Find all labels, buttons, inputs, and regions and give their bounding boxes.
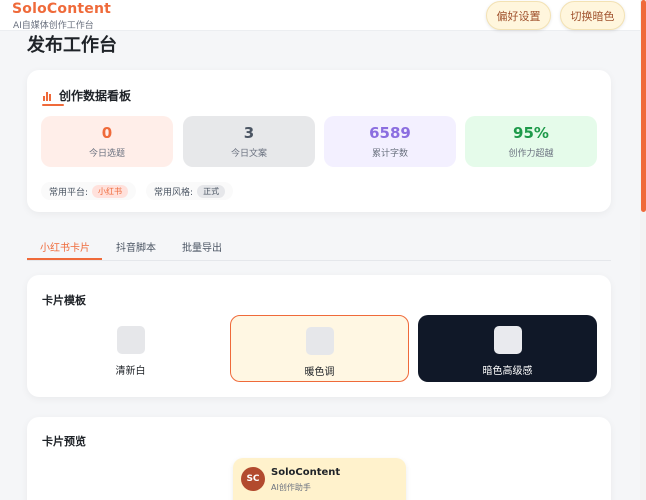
bar-chart-icon <box>42 90 53 101</box>
platform-tag-group: 常用平台: 小红书 <box>41 182 137 200</box>
template-option-dark-premium[interactable]: 暗色高级感 <box>418 315 597 382</box>
template-swatch <box>493 326 522 354</box>
scrollbar-track[interactable] <box>640 0 646 500</box>
stat-label: 创作力超越 <box>508 149 554 159</box>
template-name: 暗色高级感 <box>482 366 533 377</box>
style-badge: 正式 <box>197 184 226 198</box>
preview-panel: 卡片预览 SC SoloContent AI创作助手 <box>27 417 611 500</box>
tab-batch-export[interactable]: 批量导出 <box>182 239 222 254</box>
stat-label: 今日选题 <box>88 149 125 159</box>
stat-today-topics: 0 今日选题 <box>41 116 173 167</box>
preference-tags: 常用平台: 小红书 常用风格: 正式 <box>41 182 234 200</box>
template-name: 清新白 <box>115 366 146 377</box>
tab-bar: 小红书卡片 抖音脚本 批量导出 <box>27 234 611 261</box>
tab-douyin-script[interactable]: 抖音脚本 <box>116 239 156 254</box>
page-title: 发布工作台 <box>27 35 117 56</box>
stat-today-copy: 3 今日文案 <box>183 116 315 167</box>
template-option-fresh-white[interactable]: 清新白 <box>41 315 220 382</box>
stat-total-words: 6589 累计字数 <box>324 116 456 167</box>
stat-label: 累计字数 <box>371 149 408 159</box>
preview-author-name: SoloContent <box>271 467 341 478</box>
stat-value: 0 <box>101 124 113 142</box>
stats-panel: 创作数据看板 0 今日选题 3 今日文案 6589 累计字数 95% 创作力超越… <box>27 70 611 212</box>
template-option-warm[interactable]: 暖色调 <box>230 315 409 382</box>
active-tab-indicator <box>27 258 102 260</box>
tab-xiaohongshu-card[interactable]: 小红书卡片 <box>40 239 90 254</box>
stats-panel-title: 创作数据看板 <box>59 89 132 103</box>
stat-value: 3 <box>243 124 255 142</box>
brand-name[interactable]: SoloContent <box>12 1 111 17</box>
brand-subtitle: AI自媒体创作工作台 <box>13 21 94 31</box>
platform-label: 常用平台: <box>49 187 89 198</box>
scrollbar-thumb[interactable] <box>641 0 646 212</box>
stat-creativity-rank: 95% 创作力超越 <box>465 116 597 167</box>
template-name: 暖色调 <box>304 367 335 378</box>
preferences-button[interactable]: 偏好设置 <box>486 1 551 30</box>
stats-panel-underline <box>42 104 64 106</box>
preview-author-subtitle: AI创作助手 <box>271 483 311 492</box>
stat-value: 95% <box>513 124 549 142</box>
template-swatch <box>116 326 145 354</box>
template-panel: 卡片模板 清新白 暖色调 暗色高级感 <box>27 275 611 397</box>
card-preview: SC SoloContent AI创作助手 <box>233 458 406 500</box>
top-bar: SoloContent AI自媒体创作工作台 偏好设置 切换暗色 <box>0 0 640 31</box>
style-label: 常用风格: <box>154 187 194 198</box>
stat-value: 6589 <box>369 124 411 142</box>
toggle-dark-mode-button[interactable]: 切换暗色 <box>560 1 625 30</box>
stat-label: 今日文案 <box>230 149 267 159</box>
stats-panel-header: 创作数据看板 <box>42 87 131 104</box>
platform-badge: 小红书 <box>92 184 129 198</box>
preview-panel-title: 卡片预览 <box>42 435 86 448</box>
template-swatch <box>305 327 334 355</box>
avatar: SC <box>241 467 265 491</box>
template-panel-title: 卡片模板 <box>42 294 86 307</box>
style-tag-group: 常用风格: 正式 <box>146 182 234 200</box>
